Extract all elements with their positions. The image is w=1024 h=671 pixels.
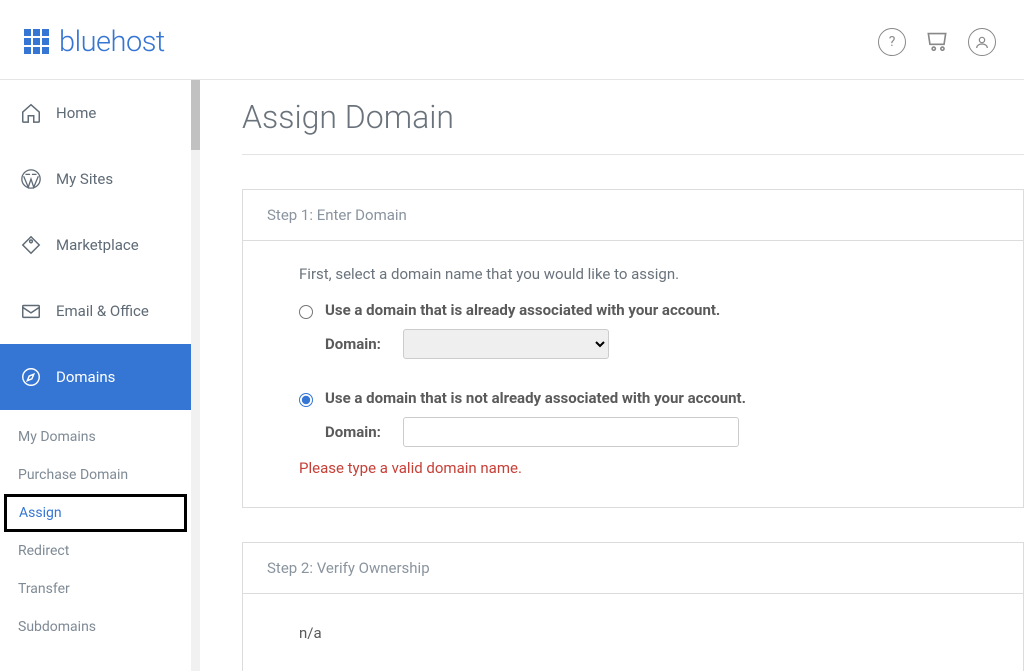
domain-label-associated: Domain: <box>325 335 395 353</box>
step2-heading: Step 2: Verify Ownership <box>243 543 1023 594</box>
radio-not-associated[interactable] <box>299 393 313 407</box>
help-icon[interactable]: ? <box>878 28 906 56</box>
header-actions: ? <box>878 27 996 57</box>
compass-icon <box>20 366 42 388</box>
wordpress-icon <box>20 168 42 190</box>
domain-input[interactable] <box>403 417 739 447</box>
sidebar-item-label: Home <box>56 104 96 122</box>
sidebar-item-label: Marketplace <box>56 236 139 254</box>
option-associated[interactable]: Use a domain that is already associated … <box>299 301 967 319</box>
domain-select[interactable] <box>403 329 609 359</box>
user-icon[interactable] <box>968 28 996 56</box>
domain-label-not-associated: Domain: <box>325 423 395 441</box>
sidebar-item-label: Email & Office <box>56 302 149 320</box>
sidebar-item-marketplace[interactable]: Marketplace <box>0 212 191 278</box>
option-not-associated-block: Use a domain that is not already associa… <box>299 389 967 447</box>
step2-card: Step 2: Verify Ownership n/a <box>242 542 1024 671</box>
logo-grid-icon <box>24 29 49 54</box>
domain-error: Please type a valid domain name. <box>299 459 967 477</box>
brand-name: bluehost <box>59 25 165 59</box>
sidebar-scrollbar-thumb[interactable] <box>191 80 200 150</box>
step1-body: First, select a domain name that you wou… <box>243 241 1023 507</box>
sidebar-item-domains[interactable]: Domains <box>0 344 191 410</box>
subnav-item-purchase[interactable]: Purchase Domain <box>0 456 191 494</box>
sidebar-item-mysites[interactable]: My Sites <box>0 146 191 212</box>
tag-icon <box>20 234 42 256</box>
logo[interactable]: bluehost <box>24 25 165 59</box>
sidebar-container: Home My Sites Marketplace Email & Office <box>0 80 200 671</box>
mail-icon <box>20 300 42 322</box>
header: bluehost ? <box>0 0 1024 80</box>
step2-content: n/a <box>243 594 1023 671</box>
subnav-item-subdomains[interactable]: Subdomains <box>0 608 191 646</box>
sidebar-subnav: My Domains Purchase Domain Assign Redire… <box>0 410 191 646</box>
associated-field-row: Domain: <box>325 329 967 359</box>
not-associated-field-row: Domain: <box>325 417 967 447</box>
option-not-associated-label: Use a domain that is not already associa… <box>325 389 746 407</box>
sidebar-item-email[interactable]: Email & Office <box>0 278 191 344</box>
radio-associated[interactable] <box>299 305 313 319</box>
option-associated-block: Use a domain that is already associated … <box>299 301 967 359</box>
sidebar-item-home[interactable]: Home <box>0 80 191 146</box>
page-title: Assign Domain <box>242 98 1024 155</box>
option-not-associated[interactable]: Use a domain that is not already associa… <box>299 389 967 407</box>
sidebar-scrollbar-track[interactable] <box>191 80 200 671</box>
sidebar-item-label: Domains <box>56 368 115 386</box>
main-content: Assign Domain Step 1: Enter Domain First… <box>200 80 1024 671</box>
home-icon <box>20 102 42 124</box>
body: Home My Sites Marketplace Email & Office <box>0 80 1024 671</box>
subnav-item-transfer[interactable]: Transfer <box>0 570 191 608</box>
sidebar: Home My Sites Marketplace Email & Office <box>0 80 192 646</box>
subnav-item-mydomains[interactable]: My Domains <box>0 418 191 456</box>
subnav-item-redirect[interactable]: Redirect <box>0 532 191 570</box>
cart-icon[interactable] <box>924 27 950 57</box>
sidebar-item-label: My Sites <box>56 170 113 188</box>
step1-heading: Step 1: Enter Domain <box>243 190 1023 241</box>
subnav-item-assign[interactable]: Assign <box>4 494 187 532</box>
step1-card: Step 1: Enter Domain First, select a dom… <box>242 189 1024 508</box>
option-associated-label: Use a domain that is already associated … <box>325 301 720 319</box>
step1-intro: First, select a domain name that you wou… <box>299 265 967 283</box>
